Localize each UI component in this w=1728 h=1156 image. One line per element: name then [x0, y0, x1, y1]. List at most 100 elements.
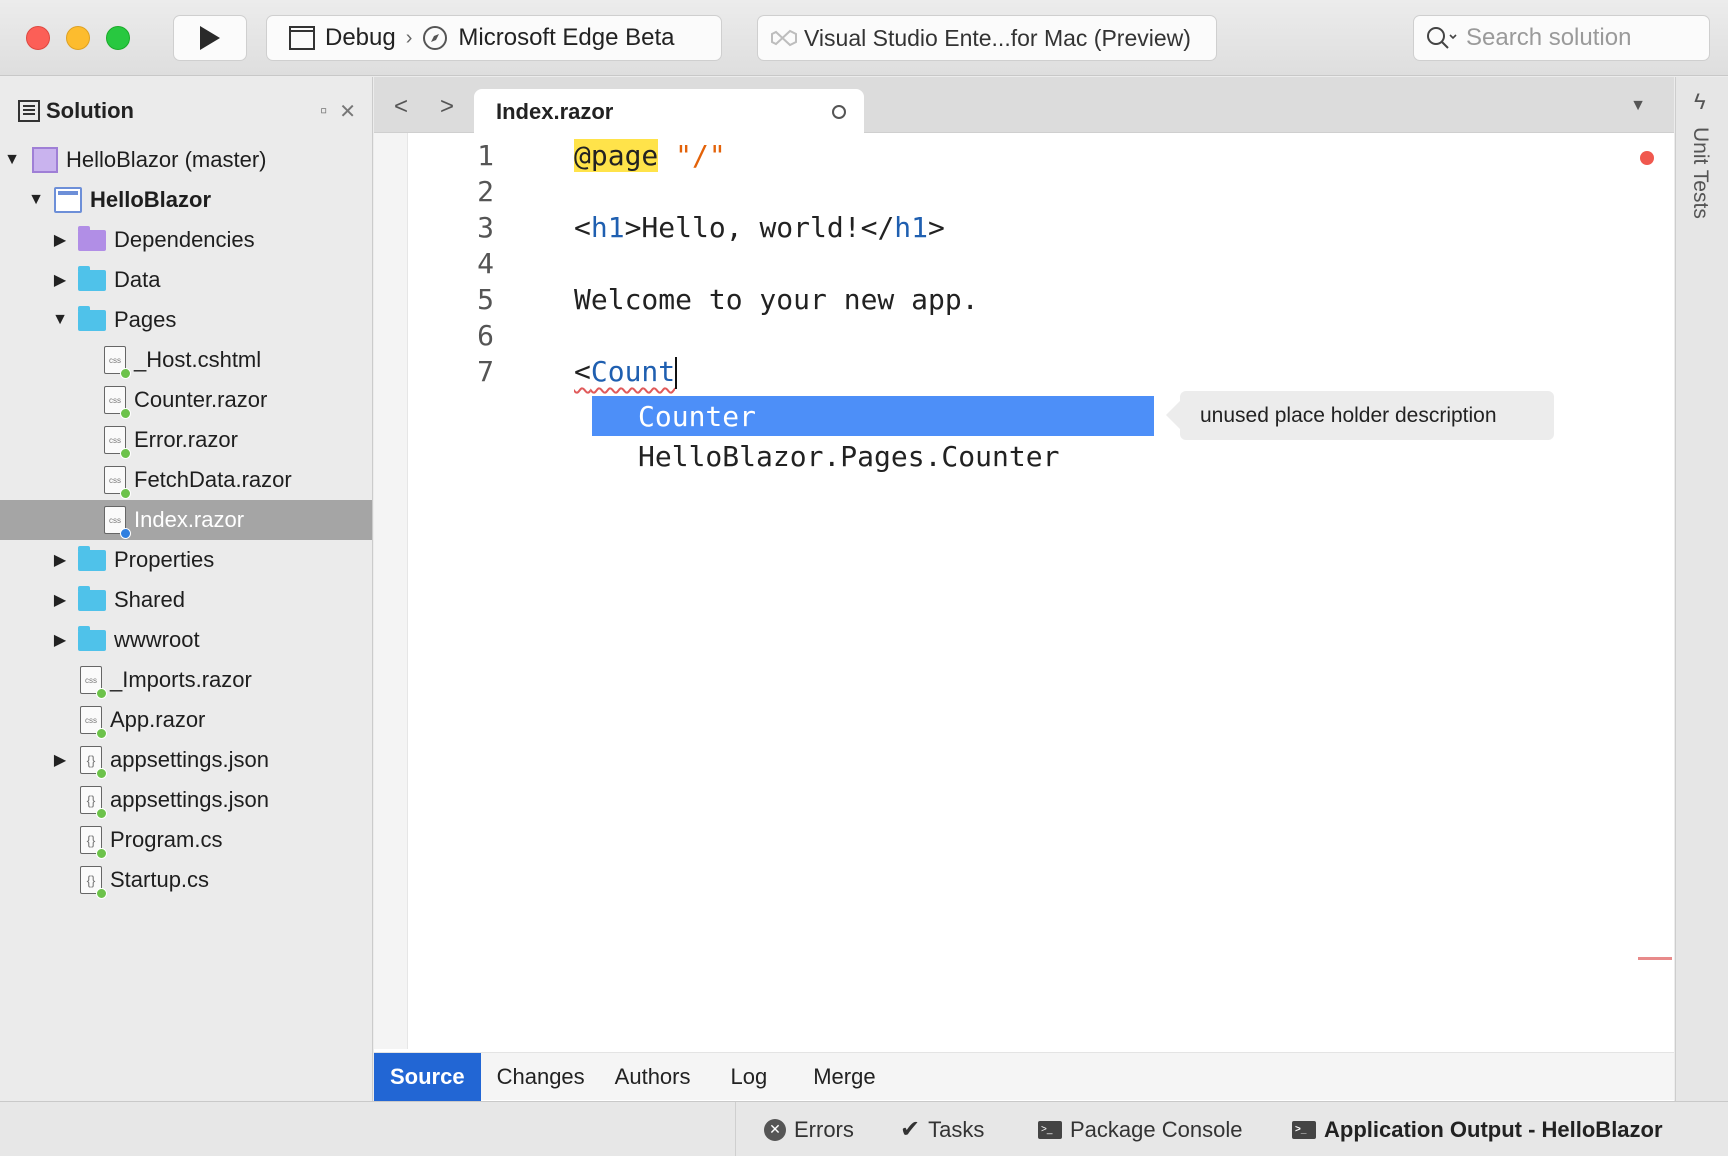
right-pad-strip: ϟ Unit Tests	[1675, 77, 1728, 1101]
tab-merge[interactable]: Merge	[797, 1053, 891, 1101]
application-output-pad-button[interactable]: >_ Application Output - HelloBlazor	[1292, 1102, 1663, 1156]
window-maximize-button[interactable]	[106, 26, 130, 50]
errors-label: Errors	[794, 1116, 854, 1142]
tasks-pad-button[interactable]: ✔ Tasks	[900, 1102, 984, 1156]
tree-item-app-razor[interactable]: css App.razor	[0, 700, 372, 740]
tooltip-text: unused place holder description	[1200, 403, 1497, 427]
scrollbar-error-marker[interactable]	[1638, 957, 1672, 960]
tree-item-solution[interactable]: ▼ HelloBlazor (master)	[0, 140, 372, 180]
chevron-right-icon: ›	[405, 26, 413, 49]
completion-item[interactable]: HelloBlazor.Pages.Counter	[592, 436, 1072, 476]
tab-log[interactable]: Log	[707, 1053, 798, 1101]
tree-item-appsettings-json-2[interactable]: {} appsettings.json	[0, 780, 372, 820]
close-pad-icon[interactable]: ✕	[339, 99, 356, 124]
collapsed-arrow-icon[interactable]: ▶	[50, 590, 70, 610]
tree-item-program-cs[interactable]: {} Program.cs	[0, 820, 372, 860]
razor-directive: @page	[574, 139, 659, 172]
expanded-arrow-icon[interactable]: ▼	[50, 311, 70, 329]
editor-gutter	[374, 133, 408, 1049]
play-icon	[200, 26, 220, 50]
html-tag: h1	[590, 211, 625, 244]
error-indicator-icon[interactable]	[1640, 151, 1654, 165]
expanded-arrow-icon[interactable]: ▼	[26, 191, 46, 209]
maximize-pad-icon[interactable]: ▫	[320, 100, 327, 123]
run-button[interactable]	[173, 15, 247, 61]
editor-view-tabs: Source Changes Authors Log Merge	[374, 1052, 1674, 1101]
package-console-pad-button[interactable]: >_ Package Console	[1038, 1102, 1242, 1156]
code-line-7[interactable]: <Count	[574, 355, 678, 389]
tree-item-project[interactable]: ▼ HelloBlazor	[0, 180, 372, 220]
search-input[interactable]: Search solution	[1466, 24, 1631, 52]
package-console-label: Package Console	[1070, 1116, 1243, 1142]
collapsed-arrow-icon[interactable]: ▶	[50, 230, 70, 250]
collapsed-arrow-icon[interactable]: ▶	[50, 270, 70, 290]
lightning-bolt-icon[interactable]: ϟ	[1694, 89, 1706, 115]
tree-item-dependencies[interactable]: ▶ Dependencies	[0, 220, 372, 260]
tree-item-error-razor[interactable]: css Error.razor	[0, 420, 372, 460]
completion-item[interactable]: Counter	[592, 396, 1154, 436]
line-number: 2	[477, 175, 494, 208]
collapsed-arrow-icon[interactable]: ▶	[50, 550, 70, 570]
project-icon	[54, 187, 82, 213]
line-number: 1	[477, 139, 494, 172]
tab-overflow-icon[interactable]: ▼	[1630, 97, 1646, 115]
string-literal: "/"	[675, 139, 726, 172]
title-bar: Debug › Microsoft Edge Beta Visual Studi…	[0, 0, 1728, 76]
window-minimize-button[interactable]	[66, 26, 90, 50]
json-file-icon: {}	[80, 786, 107, 819]
solution-pad-header: Solution ▫ ✕	[0, 77, 372, 145]
visual-studio-icon	[771, 29, 797, 47]
code-line-1[interactable]: @page "/"	[574, 139, 726, 172]
unsaved-indicator-icon[interactable]	[832, 105, 846, 119]
editor-area: < > Index.razor ▼ 1 2 3 4 5 6 7 @page "/…	[374, 77, 1674, 1101]
code-text: >Hello, world!</	[624, 211, 895, 244]
target-label: Microsoft Edge Beta	[458, 24, 675, 51]
terminal-icon: >_	[1038, 1120, 1062, 1139]
tree-item-data[interactable]: ▶ Data	[0, 260, 372, 300]
collapsed-arrow-icon[interactable]: ▶	[50, 750, 70, 770]
code-line-5[interactable]: Welcome to your new app.	[574, 283, 979, 316]
html-tag: h1	[894, 211, 929, 244]
dependencies-folder-icon	[78, 225, 106, 251]
code-punct: >	[928, 211, 945, 244]
tree-item-wwwroot[interactable]: ▶ wwwroot	[0, 620, 372, 660]
run-configuration-selector[interactable]: Debug › Microsoft Edge Beta	[266, 15, 722, 61]
tab-authors[interactable]: Authors	[601, 1053, 707, 1101]
errors-pad-button[interactable]: ✕ Errors	[764, 1102, 854, 1156]
tree-item-pages[interactable]: ▼ Pages	[0, 300, 372, 340]
tab-source[interactable]: Source	[374, 1052, 481, 1101]
tab-title: Index.razor	[496, 98, 614, 124]
tree-item-appsettings-json[interactable]: ▶ {} appsettings.json	[0, 740, 372, 780]
navigate-forward-icon[interactable]: >	[440, 93, 454, 121]
file-icon: css	[104, 426, 131, 459]
tab-index-razor[interactable]: Index.razor	[474, 89, 864, 134]
code-line-3[interactable]: <h1>Hello, world!</h1>	[574, 211, 945, 244]
solution-icon	[32, 147, 58, 173]
tab-changes[interactable]: Changes	[481, 1053, 601, 1101]
status-bar-left	[0, 1102, 736, 1156]
window-close-button[interactable]	[26, 26, 50, 50]
status-bar: ✕ Errors ✔ Tasks >_ Package Console >_ A…	[0, 1101, 1728, 1156]
solution-pad: Solution ▫ ✕ ▼ HelloBlazor (master) ▼ He…	[0, 77, 373, 1101]
tree-item-host-cshtml[interactable]: css _Host.cshtml	[0, 340, 372, 380]
text-caret	[675, 357, 678, 389]
completion-list: Counter HelloBlazor.Pages.Counter	[592, 396, 1154, 476]
tree-item-fetchdata-razor[interactable]: css FetchData.razor	[0, 460, 372, 500]
folder-icon	[78, 545, 106, 571]
tree-item-properties[interactable]: ▶ Properties	[0, 540, 372, 580]
tree-item-imports-razor[interactable]: css _Imports.razor	[0, 660, 372, 700]
search-field[interactable]: Search solution	[1413, 15, 1710, 61]
code-punct: <	[574, 355, 591, 388]
tree-item-index-razor[interactable]: css Index.razor	[0, 500, 372, 540]
folder-icon	[78, 625, 106, 651]
error-squiggle: <Count	[574, 355, 675, 388]
expanded-arrow-icon[interactable]: ▼	[2, 151, 22, 169]
collapsed-arrow-icon[interactable]: ▶	[50, 630, 70, 650]
navigate-back-icon[interactable]: <	[394, 93, 408, 121]
tree-item-startup-cs[interactable]: {} Startup.cs	[0, 860, 372, 900]
tree-item-shared[interactable]: ▶ Shared	[0, 580, 372, 620]
file-icon: css	[80, 706, 107, 739]
unit-tests-pad-tab[interactable]: Unit Tests	[1688, 127, 1712, 219]
tree-item-counter-razor[interactable]: css Counter.razor	[0, 380, 372, 420]
line-number: 4	[477, 247, 494, 280]
